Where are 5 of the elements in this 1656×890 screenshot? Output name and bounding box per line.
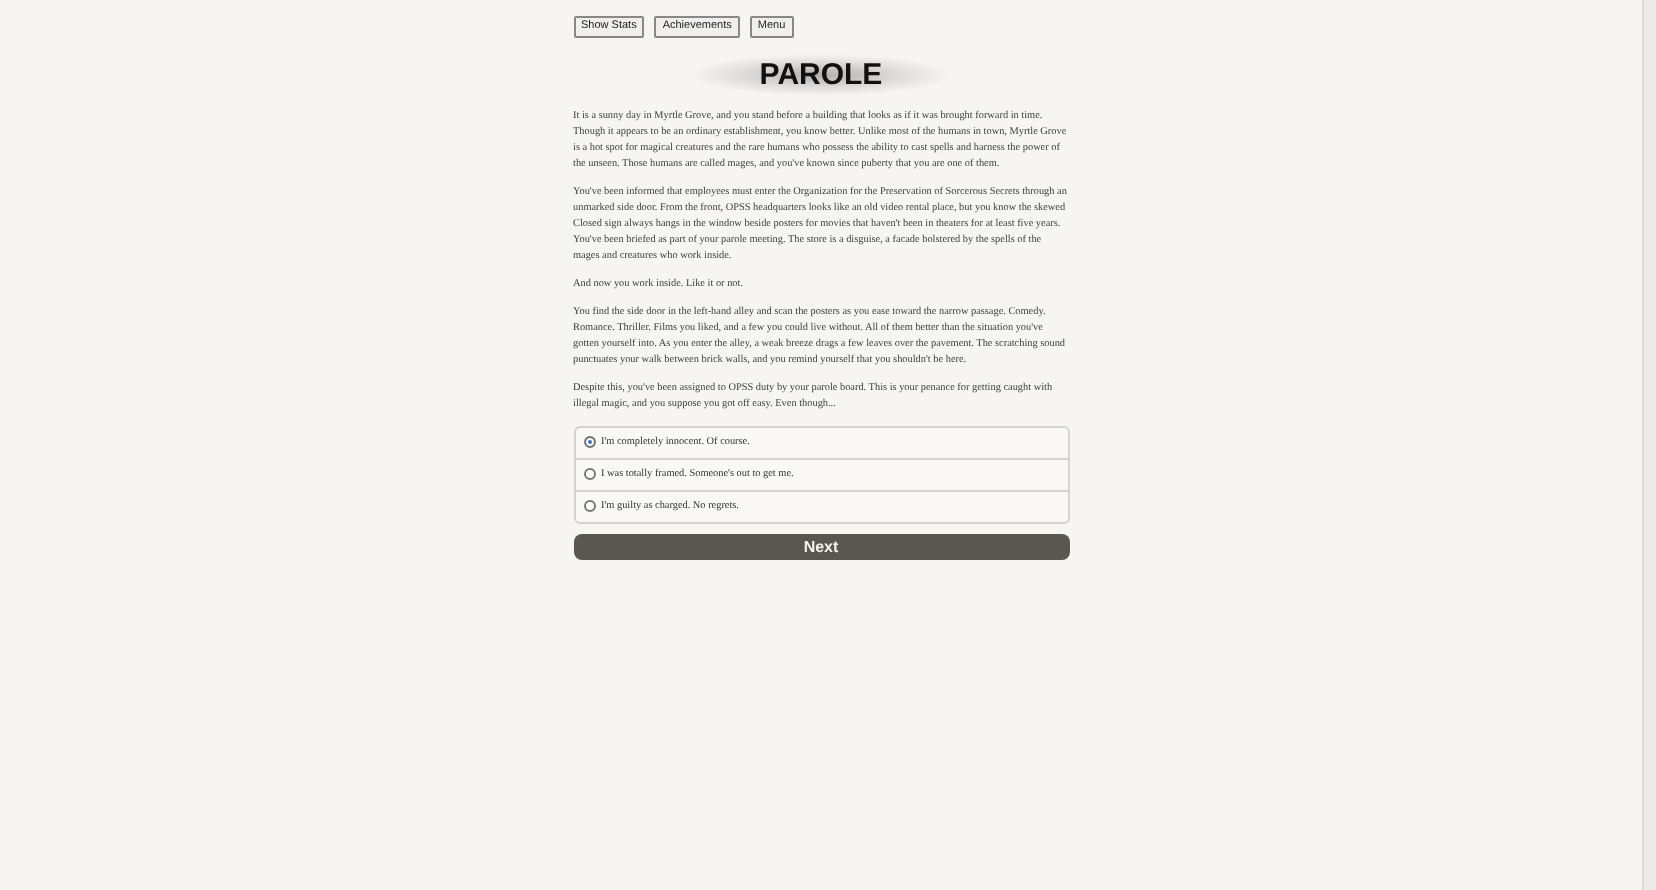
radio-button[interactable] <box>583 468 595 481</box>
scrollbar[interactable] <box>1642 0 1656 890</box>
next-button[interactable]: Next <box>573 533 1069 560</box>
radio-button[interactable] <box>583 436 595 449</box>
radio-button[interactable] <box>583 500 595 513</box>
